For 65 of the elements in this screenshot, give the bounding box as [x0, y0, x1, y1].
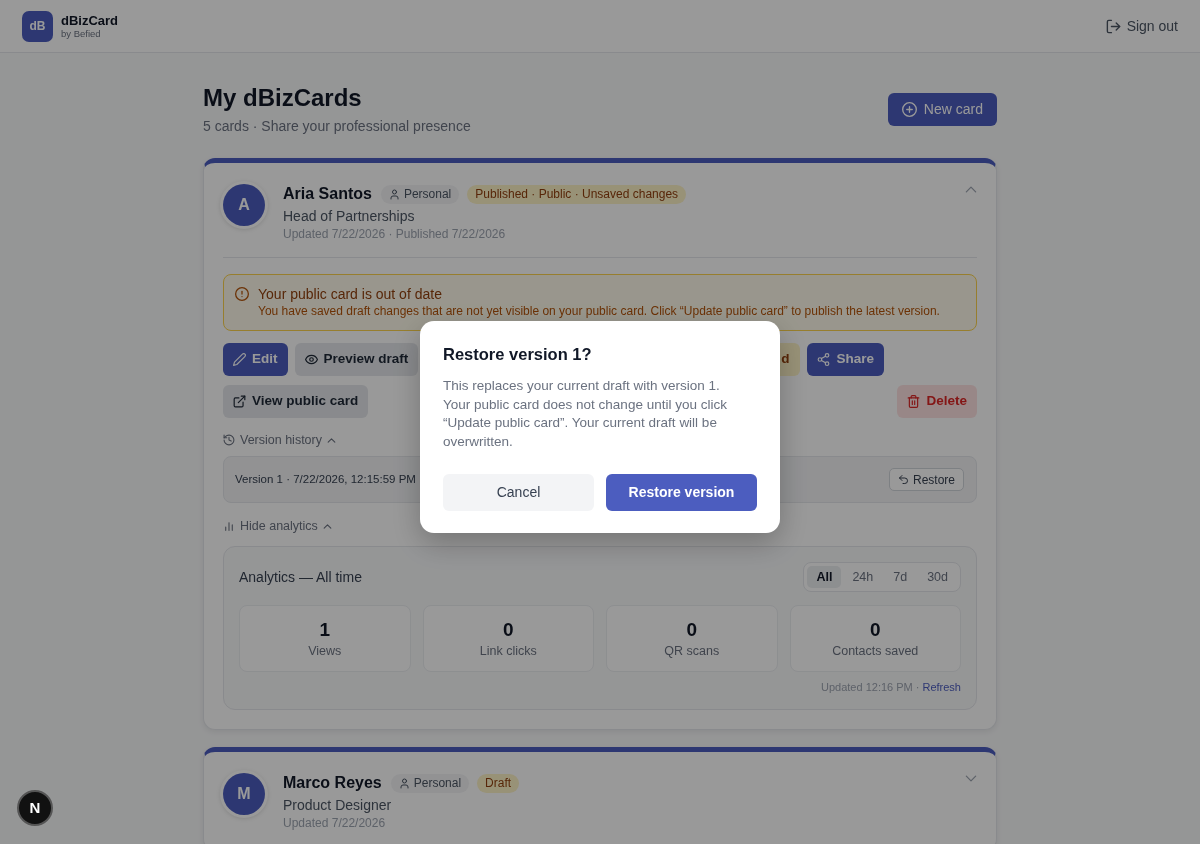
card-name: Aria Santos: [283, 184, 372, 204]
history-icon: [223, 434, 235, 446]
card-role: Head of Partnerships: [283, 207, 416, 226]
period-tab[interactable]: 7d: [884, 566, 917, 588]
stat-label: QR scans: [664, 642, 720, 659]
eye-icon: [304, 353, 318, 366]
period-tab[interactable]: 24h: [843, 566, 883, 588]
stat-label: Link clicks: [479, 642, 537, 659]
view-public-button[interactable]: View public card: [223, 385, 369, 418]
bar-chart-icon: [223, 520, 235, 532]
trash-icon: [907, 395, 921, 408]
card-role: Product Designer: [283, 796, 393, 815]
preview-button[interactable]: Preview draft: [294, 343, 419, 376]
analytics-title: Analytics — All time: [239, 567, 362, 587]
alert-circle-icon: [235, 287, 249, 301]
sign-out-link[interactable]: Sign out: [1105, 15, 1178, 37]
cancel-button[interactable]: Cancel: [443, 474, 594, 511]
version-label: Version 1 · 7/22/2026, 12:15:59 PM: [235, 471, 416, 487]
refresh-link[interactable]: Refresh: [922, 681, 961, 693]
dialog-text: This replaces your current draft with version 1. Your public card does not change until you click “Update public card”. Your current draft will be overwritten.: [443, 377, 728, 451]
stat-value: 0: [502, 618, 514, 641]
share-icon: [817, 353, 831, 366]
avatar: A: [223, 184, 265, 226]
avatar: M: [223, 773, 265, 815]
version-history-toggle[interactable]: Version history: [223, 432, 336, 448]
card-name: Marco Reyes: [283, 773, 382, 793]
badge-label: Personal: [403, 186, 452, 203]
brand-name: dBizCard: [61, 12, 119, 28]
badge-label: Personal: [413, 775, 462, 792]
stat-label: Contacts saved: [832, 642, 919, 659]
sign-out-icon: [1105, 18, 1121, 34]
alert-text: You have saved draft changes that are not yet visible on your public card. Click “Update public card” to publish the latest version.: [258, 304, 940, 319]
dev-tools-button[interactable]: N: [17, 790, 53, 826]
undo-icon: [897, 474, 909, 485]
page-subtitle: 5 cards · Share your professional presence: [203, 117, 471, 136]
period-tab[interactable]: 30d: [918, 566, 957, 588]
brand-byline: by Befied: [61, 27, 102, 40]
stat-label: Views: [308, 642, 342, 659]
restore-button[interactable]: Restore: [888, 468, 964, 491]
person-icon: [398, 777, 410, 789]
stat-value: 0: [686, 618, 698, 641]
dialog-title: Restore version 1?: [443, 344, 593, 365]
confirm-button[interactable]: Restore version: [606, 474, 757, 511]
app-logo: dB: [22, 10, 53, 42]
alert-title: Your public card is out of date: [258, 285, 443, 304]
stat-value: 1: [319, 618, 331, 641]
card-meta: Updated 7/22/2026 · Published 7/22/2026: [283, 226, 507, 242]
chevron-up-icon[interactable]: [965, 186, 977, 193]
chevron-down-icon[interactable]: [965, 775, 977, 782]
edit-button[interactable]: Edit: [223, 343, 288, 376]
period-tab[interactable]: All: [807, 566, 842, 588]
external-link-icon: [233, 395, 246, 408]
page-title: My dBizCards: [203, 83, 363, 112]
status-badge: Published · Public · Unsaved changes: [467, 184, 687, 204]
delete-button[interactable]: Delete: [897, 385, 977, 418]
new-card-button[interactable]: New card: [887, 93, 997, 126]
share-button[interactable]: Share: [807, 343, 884, 376]
status-badge: Draft: [477, 773, 520, 793]
stat-value: 0: [869, 618, 881, 641]
plus-circle-icon: [901, 102, 917, 117]
person-icon: [388, 188, 400, 200]
analytics-toggle[interactable]: Hide analytics: [223, 518, 332, 534]
action-button[interactable]: d: [779, 343, 801, 376]
pencil-icon: [233, 353, 246, 366]
card-meta: Updated 7/22/2026: [283, 815, 387, 831]
